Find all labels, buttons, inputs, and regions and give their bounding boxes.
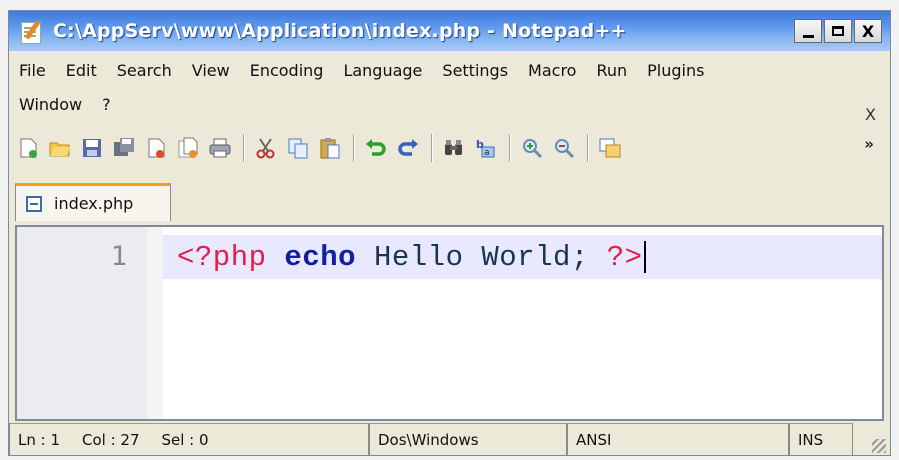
php-open-tag: <?php [177, 241, 267, 274]
status-encoding[interactable]: ANSI [567, 423, 789, 455]
notepad-window: C:\AppServ\www\Application\index.php - N… [8, 10, 891, 456]
close-button[interactable]: X [854, 19, 882, 43]
status-eol-format[interactable]: Dos\Windows [369, 423, 567, 455]
menu-row-2: Window ? [9, 87, 890, 121]
close-all-icon [178, 137, 198, 158]
close-all-button[interactable] [175, 135, 201, 161]
cut-button[interactable] [253, 135, 279, 161]
menu-language[interactable]: Language [343, 61, 422, 80]
line-number-gutter: 1 [17, 227, 147, 419]
copy-button[interactable] [285, 135, 311, 161]
save-all-icon [114, 138, 134, 156]
menu-settings[interactable]: Settings [442, 61, 508, 80]
svg-text:a: a [484, 148, 490, 158]
toolbar-separator [353, 134, 355, 162]
code-editor[interactable]: 1 <?php echo Hello World; ?> [15, 225, 884, 421]
save-icon [83, 139, 101, 157]
menu-run[interactable]: Run [596, 61, 627, 80]
toolbar-separator [509, 134, 511, 162]
sync-view-icon [599, 138, 621, 158]
file-icon [26, 195, 42, 212]
save-all-button[interactable] [111, 135, 137, 161]
notepad-plus-plus-icon [19, 18, 45, 44]
close-document-button[interactable]: X [865, 105, 876, 124]
close-file-icon [148, 138, 165, 158]
zoom-in-button[interactable] [519, 135, 545, 161]
menu-view[interactable]: View [192, 61, 230, 80]
maximize-icon [832, 26, 844, 36]
undo-button[interactable] [363, 135, 389, 161]
resize-grip[interactable] [853, 423, 890, 455]
toolbar-overflow-button[interactable]: » [864, 135, 874, 153]
code-line-1[interactable]: <?php echo Hello World; ?> [177, 241, 646, 274]
menu-help[interactable]: ? [102, 95, 111, 114]
save-button[interactable] [79, 135, 105, 161]
title-bar[interactable]: C:\AppServ\www\Application\index.php - N… [9, 11, 890, 51]
close-file-button[interactable] [143, 135, 169, 161]
find-button[interactable] [441, 135, 467, 161]
redo-icon [398, 139, 418, 156]
paste-icon [320, 138, 340, 159]
status-column: Col : 27 [82, 431, 140, 449]
find-icon [445, 140, 462, 155]
status-bar: Ln : 1 Col : 27 Sel : 0 Dos\Windows ANSI… [9, 423, 890, 455]
zoom-out-icon [555, 139, 575, 159]
open-file-icon [49, 142, 70, 157]
replace-icon: ba [476, 138, 495, 158]
menu-plugins[interactable]: Plugins [647, 61, 704, 80]
status-line: Ln : 1 [18, 431, 60, 449]
window-title: C:\AppServ\www\Application\index.php - N… [53, 20, 627, 42]
paste-button[interactable] [317, 135, 343, 161]
new-file-button[interactable] [15, 135, 41, 161]
code-text: Hello World; [373, 241, 589, 274]
maximize-button[interactable] [824, 19, 852, 43]
toolbar-separator [587, 134, 589, 162]
menu-search[interactable]: Search [117, 61, 172, 80]
zoom-in-icon [523, 139, 543, 159]
minimize-icon [802, 34, 814, 38]
menu-edit[interactable]: Edit [66, 61, 97, 80]
cut-icon [256, 138, 275, 159]
status-insert-mode[interactable]: INS [789, 423, 853, 455]
menu-encoding[interactable]: Encoding [250, 61, 324, 80]
menu-window[interactable]: Window [19, 95, 82, 114]
sync-view-button[interactable] [597, 135, 623, 161]
echo-keyword: echo [284, 241, 357, 274]
new-file-icon [20, 138, 37, 158]
print-button[interactable] [207, 135, 233, 161]
fold-margin [147, 227, 163, 419]
toolbar-separator [243, 134, 245, 162]
text-caret [643, 241, 646, 274]
toolbar-separator [431, 134, 433, 162]
replace-button[interactable]: ba [473, 135, 499, 161]
close-icon: X [861, 21, 875, 41]
window-controls: X [794, 19, 882, 43]
tab-label: index.php [54, 194, 134, 213]
copy-icon [288, 138, 308, 159]
open-file-button[interactable] [47, 135, 73, 161]
menu-bar: File Edit Search View Encoding Language … [9, 53, 890, 125]
menu-file[interactable]: File [19, 61, 46, 80]
php-close-tag: ?> [606, 241, 643, 274]
print-icon [209, 138, 231, 158]
zoom-out-button[interactable] [551, 135, 577, 161]
redo-button[interactable] [395, 135, 421, 161]
cursor-position: Ln : 1 Col : 27 Sel : 0 [9, 423, 369, 455]
menu-macro[interactable]: Macro [528, 61, 576, 80]
undo-icon [366, 139, 386, 156]
status-selection: Sel : 0 [161, 431, 209, 449]
tab-index-php[interactable]: index.php [15, 183, 171, 221]
toolbar: ba » [15, 127, 884, 169]
line-number: 1 [110, 241, 127, 272]
menu-row-1: File Edit Search View Encoding Language … [9, 53, 890, 87]
minimize-button[interactable] [794, 19, 822, 43]
